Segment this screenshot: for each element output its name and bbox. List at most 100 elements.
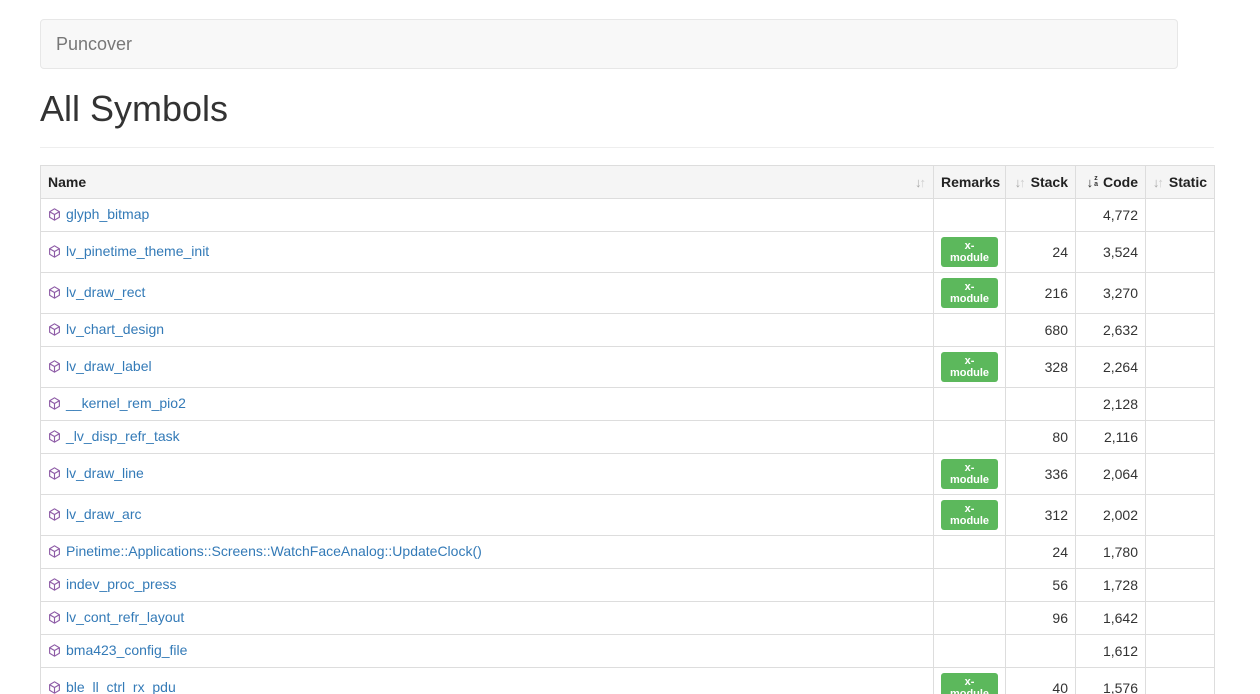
table-row: __kernel_rem_pio2 2,128 <box>41 388 1215 421</box>
column-header-static[interactable]: ↓↑ Static <box>1146 166 1215 199</box>
stack-cell <box>1006 199 1076 232</box>
remarks-cell <box>934 199 1006 232</box>
name-cell: bma423_config_file <box>41 635 934 668</box>
code-cell: 1,576 <box>1076 668 1146 694</box>
static-cell <box>1146 314 1215 347</box>
remark-badge: x-module <box>941 352 998 382</box>
symbol-link[interactable]: glyph_bitmap <box>66 206 149 222</box>
stack-cell: 336 <box>1006 454 1076 495</box>
page: Puncover All Symbols Name ↓↑ Remarks <box>0 0 1260 694</box>
stack-cell: 96 <box>1006 602 1076 635</box>
symbol-cube-icon <box>48 321 61 341</box>
static-cell <box>1146 421 1215 454</box>
symbol-cube-icon <box>48 284 61 304</box>
table-row: glyph_bitmap 4,772 <box>41 199 1215 232</box>
symbol-link[interactable]: ble_ll_ctrl_rx_pdu <box>66 679 176 694</box>
static-cell <box>1146 199 1215 232</box>
stack-cell <box>1006 635 1076 668</box>
table-row: Pinetime::Applications::Screens::WatchFa… <box>41 536 1215 569</box>
symbol-cube-icon <box>48 206 61 226</box>
code-cell: 1,728 <box>1076 569 1146 602</box>
symbol-cube-icon <box>48 358 61 378</box>
stack-cell: 216 <box>1006 273 1076 314</box>
table-row: ble_ll_ctrl_rx_pdu x-module 40 1,576 <box>41 668 1215 694</box>
static-cell <box>1146 536 1215 569</box>
name-cell: indev_proc_press <box>41 569 934 602</box>
static-cell <box>1146 569 1215 602</box>
static-cell <box>1146 602 1215 635</box>
static-cell <box>1146 495 1215 536</box>
code-cell: 2,128 <box>1076 388 1146 421</box>
stack-cell: 80 <box>1006 421 1076 454</box>
stack-cell: 24 <box>1006 232 1076 273</box>
code-cell: 2,264 <box>1076 347 1146 388</box>
stack-cell: 312 <box>1006 495 1076 536</box>
code-cell: 4,772 <box>1076 199 1146 232</box>
symbol-link[interactable]: indev_proc_press <box>66 576 177 592</box>
remarks-cell <box>934 314 1006 347</box>
sort-unsorted-icon: ↓↑ <box>915 176 926 189</box>
page-title: All Symbols <box>40 89 1260 129</box>
code-cell: 2,116 <box>1076 421 1146 454</box>
symbol-link[interactable]: lv_chart_design <box>66 321 164 337</box>
symbol-cube-icon <box>48 243 61 263</box>
symbol-link[interactable]: bma423_config_file <box>66 642 187 658</box>
code-cell: 1,642 <box>1076 602 1146 635</box>
remarks-cell <box>934 421 1006 454</box>
code-cell: 2,002 <box>1076 495 1146 536</box>
static-cell <box>1146 273 1215 314</box>
column-header-name[interactable]: Name ↓↑ <box>41 166 934 199</box>
remark-badge: x-module <box>941 500 998 530</box>
symbol-link[interactable]: lv_cont_refr_layout <box>66 609 184 625</box>
symbol-link[interactable]: _lv_disp_refr_task <box>66 428 180 444</box>
navbar-brand[interactable]: Puncover <box>41 19 147 69</box>
code-cell: 3,524 <box>1076 232 1146 273</box>
symbol-link[interactable]: lv_draw_arc <box>66 506 141 522</box>
name-cell: lv_draw_rect <box>41 273 934 314</box>
column-header-stack[interactable]: ↓↑ Stack <box>1006 166 1076 199</box>
stack-cell: 40 <box>1006 668 1076 694</box>
stack-cell: 56 <box>1006 569 1076 602</box>
name-cell: lv_draw_label <box>41 347 934 388</box>
column-header-remarks[interactable]: Remarks <box>934 166 1006 199</box>
symbol-link[interactable]: lv_draw_label <box>66 358 152 374</box>
symbol-cube-icon <box>48 679 61 694</box>
static-cell <box>1146 388 1215 421</box>
stack-cell: 24 <box>1006 536 1076 569</box>
sort-unsorted-icon: ↓↑ <box>1153 176 1164 189</box>
column-label-static: Static <box>1169 172 1207 192</box>
table-row: lv_draw_label x-module 328 2,264 <box>41 347 1215 388</box>
static-cell <box>1146 232 1215 273</box>
symbol-link[interactable]: lv_draw_line <box>66 465 144 481</box>
name-cell: lv_pinetime_theme_init <box>41 232 934 273</box>
remark-badge: x-module <box>941 673 998 694</box>
remarks-cell: x-module <box>934 454 1006 495</box>
symbol-link[interactable]: lv_draw_rect <box>66 284 145 300</box>
stack-cell: 680 <box>1006 314 1076 347</box>
name-cell: Pinetime::Applications::Screens::WatchFa… <box>41 536 934 569</box>
table-row: lv_draw_arc x-module 312 2,002 <box>41 495 1215 536</box>
symbol-link[interactable]: __kernel_rem_pio2 <box>66 395 186 411</box>
symbol-cube-icon <box>48 609 61 629</box>
name-cell: lv_cont_refr_layout <box>41 602 934 635</box>
table-row: lv_draw_line x-module 336 2,064 <box>41 454 1215 495</box>
remarks-cell: x-module <box>934 347 1006 388</box>
column-label-stack: Stack <box>1031 172 1068 192</box>
symbol-link[interactable]: Pinetime::Applications::Screens::WatchFa… <box>66 543 482 559</box>
code-cell: 1,780 <box>1076 536 1146 569</box>
symbol-link[interactable]: lv_pinetime_theme_init <box>66 243 209 259</box>
table-row: bma423_config_file 1,612 <box>41 635 1215 668</box>
code-cell: 3,270 <box>1076 273 1146 314</box>
static-cell <box>1146 668 1215 694</box>
table-row: _lv_disp_refr_task 80 2,116 <box>41 421 1215 454</box>
remarks-cell <box>934 388 1006 421</box>
symbol-cube-icon <box>48 543 61 563</box>
code-cell: 2,064 <box>1076 454 1146 495</box>
table-row: lv_draw_rect x-module 216 3,270 <box>41 273 1215 314</box>
table-row: indev_proc_press 56 1,728 <box>41 569 1215 602</box>
table-header: Name ↓↑ Remarks ↓↑ Stack <box>41 166 1215 199</box>
sort-descending-icon: ↓za <box>1087 176 1098 189</box>
static-cell <box>1146 635 1215 668</box>
column-header-code[interactable]: ↓za Code <box>1076 166 1146 199</box>
sort-unsorted-icon: ↓↑ <box>1015 176 1026 189</box>
